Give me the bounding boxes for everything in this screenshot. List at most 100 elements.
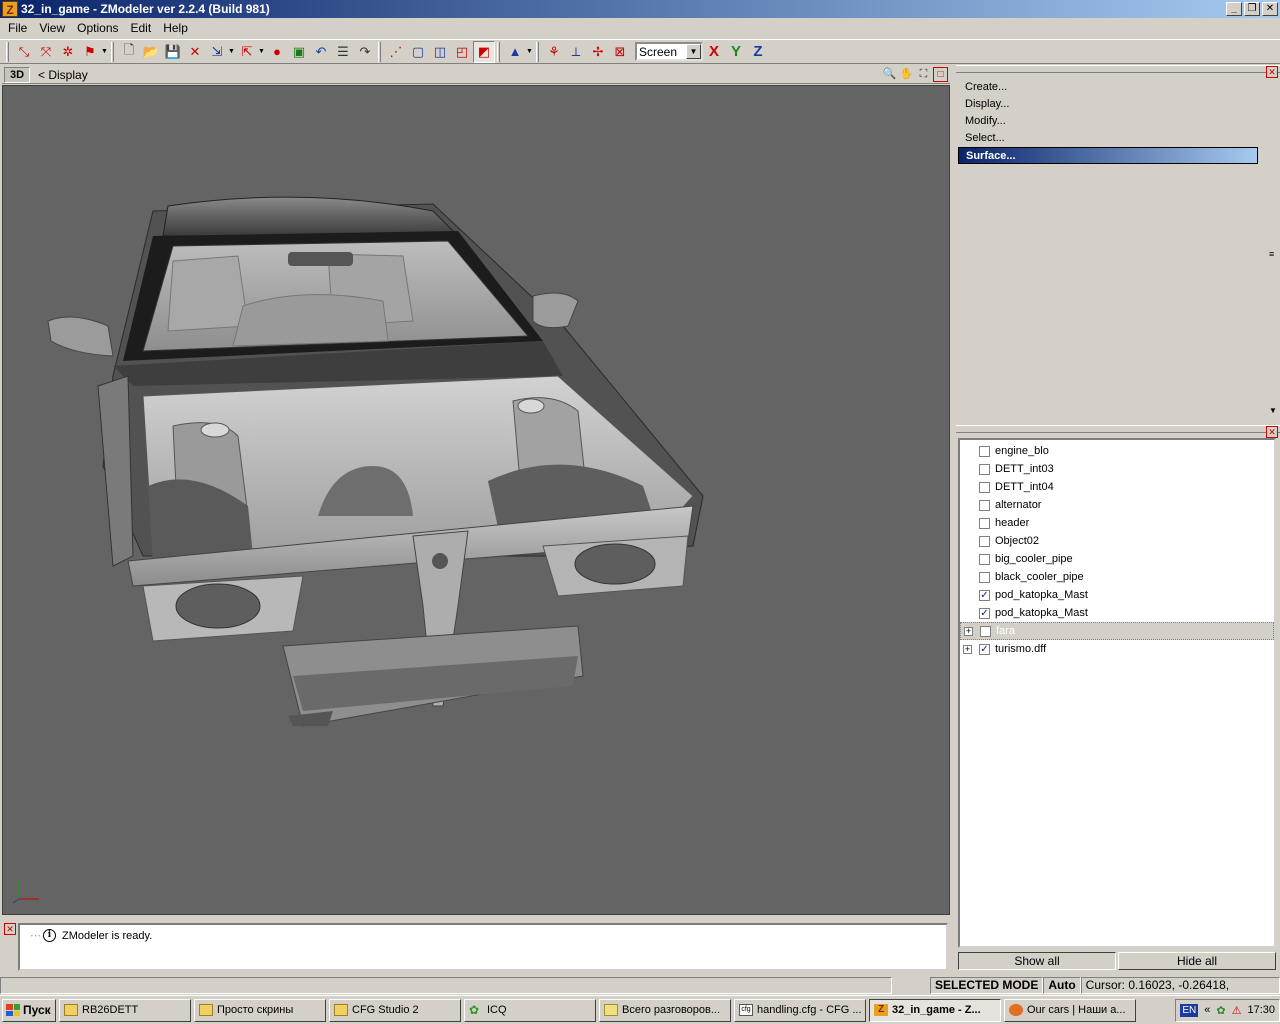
- task-rb26dett[interactable]: RB26DETT: [59, 998, 191, 1022]
- visibility-checkbox[interactable]: ✓: [979, 589, 990, 601]
- panel-drag-bar[interactable]: ✕: [956, 65, 1280, 78]
- select-group-icon[interactable]: ⚑: [79, 41, 101, 63]
- visibility-checkbox[interactable]: [979, 481, 990, 493]
- new-file-icon[interactable]: 🗋: [118, 41, 140, 63]
- hide-all-button[interactable]: Hide all: [1118, 952, 1276, 970]
- object-tree-item[interactable]: header: [960, 514, 1274, 532]
- menu-help[interactable]: Help: [157, 21, 194, 35]
- restore-button[interactable]: ❐: [1244, 2, 1260, 16]
- object-tree-item[interactable]: big_cooler_pipe: [960, 550, 1274, 568]
- chevron-down-icon[interactable]: ▼: [686, 44, 701, 59]
- zoom-icon[interactable]: 🔍: [882, 67, 897, 82]
- command-modify[interactable]: Modify...: [958, 113, 1258, 130]
- task-handling-cfg[interactable]: cfg handling.cfg - CFG ...: [734, 998, 866, 1022]
- menu-file[interactable]: File: [2, 21, 33, 35]
- import-dropdown-icon[interactable]: ▼: [228, 48, 236, 55]
- axis-rotate-icon[interactable]: ✢: [587, 41, 609, 63]
- maximize-viewport-icon[interactable]: ⛶: [916, 67, 931, 82]
- visibility-checkbox[interactable]: [980, 625, 991, 637]
- open-file-icon[interactable]: 📂: [140, 41, 162, 63]
- close-viewport-icon[interactable]: □: [933, 67, 948, 82]
- minimize-button[interactable]: _: [1226, 2, 1242, 16]
- menu-options[interactable]: Options: [71, 21, 124, 35]
- visibility-checkbox[interactable]: [979, 499, 990, 511]
- close-icon[interactable]: ✕: [1266, 66, 1278, 78]
- task-zmodeler[interactable]: Z 32_in_game - Z...: [869, 998, 1001, 1022]
- coordinate-system-select[interactable]: Screen ▼: [635, 42, 703, 61]
- menu-edit[interactable]: Edit: [125, 21, 158, 35]
- start-button[interactable]: Пуск: [2, 998, 56, 1022]
- toolbar-grip[interactable]: [6, 41, 9, 62]
- axis-z-button[interactable]: Z: [747, 43, 769, 60]
- task-browser[interactable]: Our cars | Наши а...: [1004, 998, 1136, 1022]
- task-cfg-studio[interactable]: CFG Studio 2: [329, 998, 461, 1022]
- task-chat[interactable]: Всего разговоров...: [599, 998, 731, 1022]
- normals-dropdown-icon[interactable]: ▼: [526, 48, 534, 55]
- select-object-icon[interactable]: ✲: [57, 41, 79, 63]
- object-tree-item[interactable]: black_cooler_pipe: [960, 568, 1274, 586]
- object-tree-item[interactable]: ✓ pod_katopka_Mast: [960, 586, 1274, 604]
- select-edge-icon[interactable]: ⤧: [35, 41, 57, 63]
- normals-icon[interactable]: ▲: [504, 41, 526, 63]
- surface-mode-icon[interactable]: ◩: [473, 40, 495, 63]
- cube-mode-icon[interactable]: ▢: [407, 41, 429, 63]
- undo-icon[interactable]: ↶: [310, 41, 332, 63]
- tray-expand-icon[interactable]: «: [1204, 1004, 1210, 1016]
- scroll-down-icon[interactable]: ▼: [1269, 406, 1277, 415]
- menu-view[interactable]: View: [33, 21, 71, 35]
- object-tree-item[interactable]: alternator: [960, 496, 1274, 514]
- command-display[interactable]: Display...: [958, 96, 1258, 113]
- task-screenshots[interactable]: Просто скрины: [194, 998, 326, 1022]
- task-icq[interactable]: ✿ ICQ: [464, 998, 596, 1022]
- pan-hand-icon[interactable]: ✋: [899, 67, 914, 82]
- command-surface[interactable]: Surface...: [958, 147, 1258, 164]
- show-all-button[interactable]: Show all: [958, 952, 1116, 970]
- visibility-checkbox[interactable]: [979, 535, 990, 547]
- import-icon[interactable]: ⇲: [206, 41, 228, 63]
- object-tree-item[interactable]: + fara: [960, 622, 1274, 640]
- save-file-icon[interactable]: 💾: [162, 41, 184, 63]
- network-icon[interactable]: ✿: [1216, 1004, 1225, 1017]
- vertex-mode-icon[interactable]: ⋰: [385, 41, 407, 63]
- select-vertex-icon[interactable]: ⤡: [13, 41, 35, 63]
- object-tree-item[interactable]: DETT_int03: [960, 460, 1274, 478]
- select-dropdown-icon[interactable]: ▼: [101, 48, 109, 55]
- close-button[interactable]: ✕: [1262, 2, 1278, 16]
- visibility-checkbox[interactable]: ✓: [979, 643, 990, 655]
- command-create[interactable]: Create...: [958, 79, 1258, 96]
- visibility-checkbox[interactable]: ✓: [979, 607, 990, 619]
- object-tree-item[interactable]: DETT_int04: [960, 478, 1274, 496]
- axis-x-button[interactable]: X: [703, 43, 725, 60]
- pivot-icon[interactable]: ⚘: [543, 41, 565, 63]
- object-tree-item[interactable]: Object02: [960, 532, 1274, 550]
- close-icon[interactable]: ✕: [4, 923, 16, 935]
- language-indicator[interactable]: EN: [1180, 1003, 1199, 1017]
- material-icon[interactable]: ▣: [288, 41, 310, 63]
- visibility-checkbox[interactable]: [979, 517, 990, 529]
- axis-scale-icon[interactable]: ⊠: [609, 41, 631, 63]
- render-icon[interactable]: ●: [266, 41, 288, 63]
- antivirus-icon[interactable]: ⚠: [1232, 1004, 1242, 1017]
- command-scrollbar[interactable]: ≡ ▼: [1266, 79, 1280, 415]
- object-tree-item[interactable]: + ✓ turismo.dff: [960, 640, 1274, 658]
- expand-plus-icon[interactable]: +: [964, 626, 973, 636]
- viewport-mode-button[interactable]: 3D: [4, 66, 30, 83]
- close-icon[interactable]: ✕: [1266, 426, 1278, 438]
- scroll-thumb-icon[interactable]: ≡: [1269, 249, 1274, 259]
- visibility-checkbox[interactable]: [979, 571, 990, 583]
- box-mode-icon[interactable]: ◫: [429, 41, 451, 63]
- visibility-checkbox[interactable]: [979, 553, 990, 565]
- wire-mode-icon[interactable]: ◰: [451, 41, 473, 63]
- export-dropdown-icon[interactable]: ▼: [258, 48, 266, 55]
- properties-icon[interactable]: ☰: [332, 41, 354, 63]
- panel-drag-bar[interactable]: ✕: [956, 425, 1280, 438]
- delete-icon[interactable]: ✕: [184, 41, 206, 63]
- object-tree-item[interactable]: ✓ pod_katopka_Mast: [960, 604, 1274, 622]
- redo-icon[interactable]: ↷: [354, 41, 376, 63]
- expand-plus-icon[interactable]: +: [963, 644, 972, 654]
- command-select[interactable]: Select...: [958, 130, 1258, 147]
- object-tree-item[interactable]: engine_blo: [960, 442, 1274, 460]
- axis-y-button[interactable]: Y: [725, 43, 747, 60]
- display-breadcrumb[interactable]: < Display: [38, 68, 88, 82]
- visibility-checkbox[interactable]: [979, 445, 990, 457]
